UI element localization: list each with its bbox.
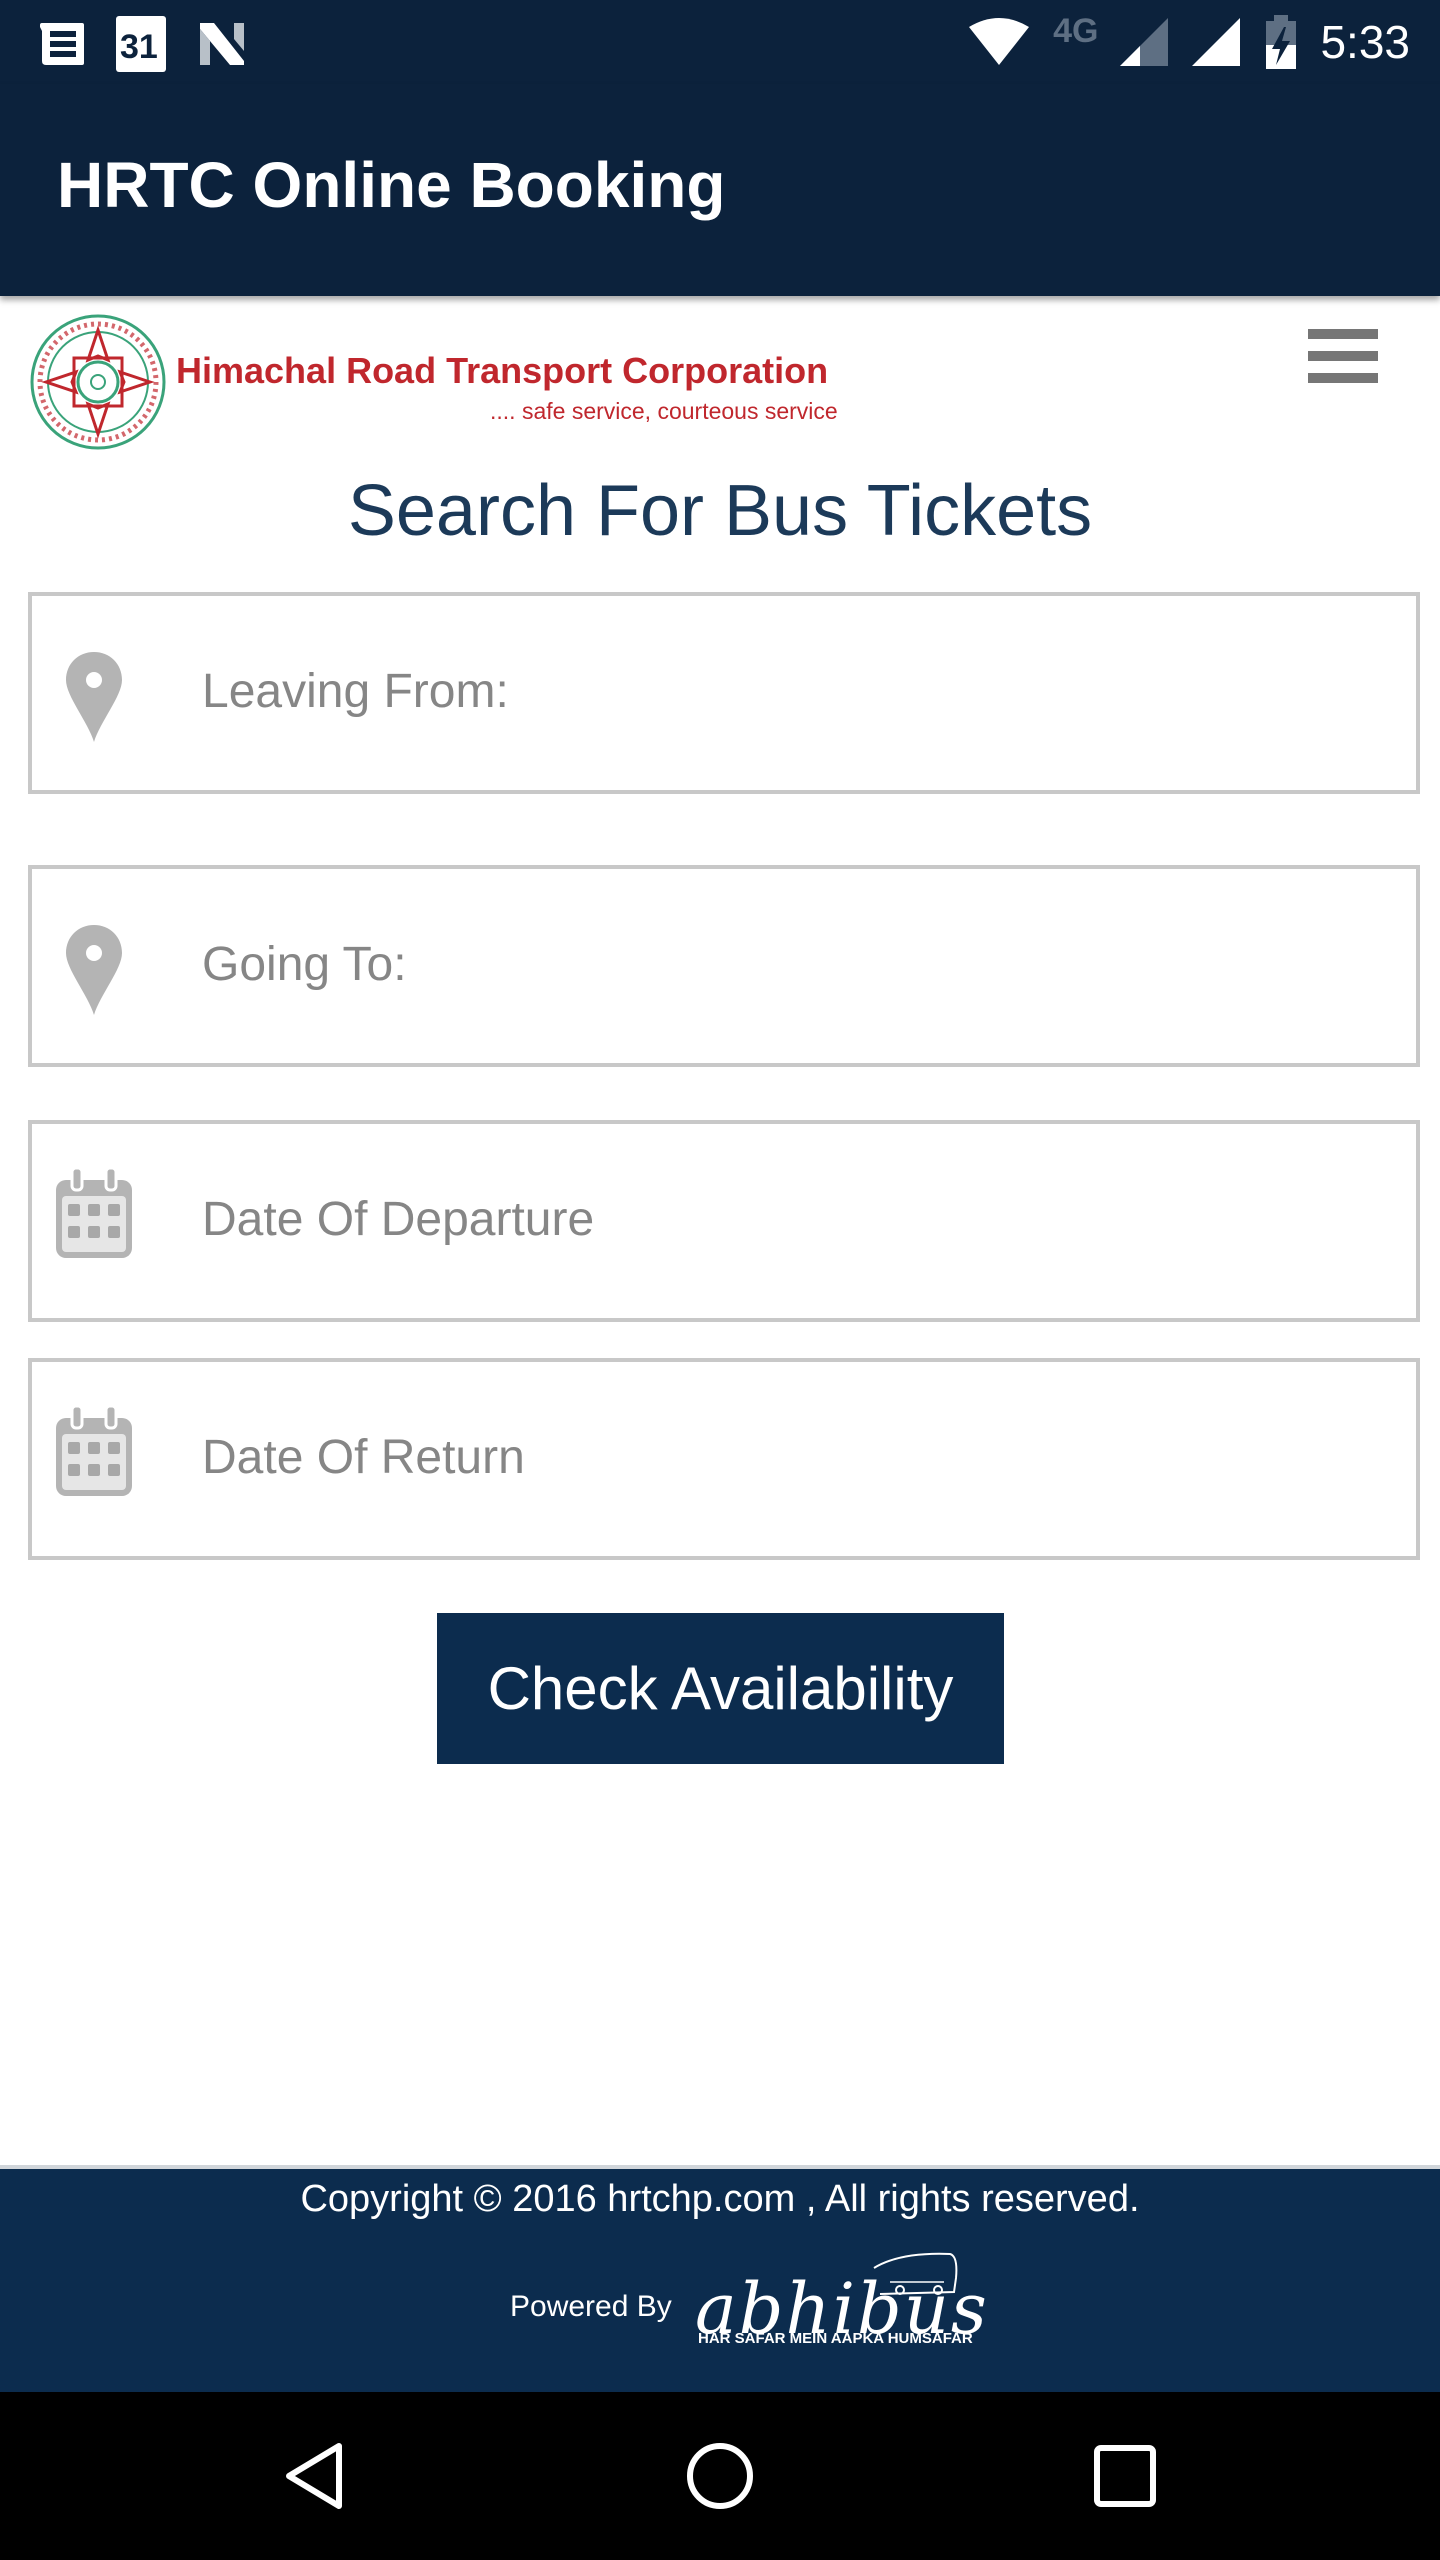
date-of-return-placeholder: Date Of Return xyxy=(202,1431,525,1484)
recents-icon[interactable] xyxy=(1085,2436,1165,2516)
n-app-icon xyxy=(200,23,244,65)
map-pin-icon xyxy=(66,652,122,742)
map-pin-icon xyxy=(66,925,122,1015)
signal-4g-icon xyxy=(1120,18,1169,66)
check-availability-button[interactable]: Check Availability xyxy=(437,1613,1004,1764)
calendar-icon xyxy=(56,1166,132,1258)
abhibus-tagline: HAR SAFAR MEIN AAPKA HUMSAFAR xyxy=(698,2330,973,2347)
calendar-31-icon: 31 xyxy=(116,16,166,72)
going-to-placeholder: Going To: xyxy=(202,938,407,991)
back-icon[interactable] xyxy=(275,2436,355,2516)
hrtc-emblem-logo xyxy=(30,314,166,450)
clock: 5:33 xyxy=(1320,16,1410,68)
abhibus-logo[interactable]: abhibus HAR SAFAR MEIN AAPKA HUMSAFAR xyxy=(695,2248,987,2350)
system-nav-bar xyxy=(0,2392,1440,2560)
powered-by-label: Powered By xyxy=(510,2290,672,2323)
hamburger-menu-icon[interactable] xyxy=(1300,325,1380,385)
date-of-departure-placeholder: Date Of Departure xyxy=(202,1193,595,1246)
date-of-return-input[interactable]: Date Of Return xyxy=(28,1358,1420,1560)
app-bar: HRTC Online Booking xyxy=(0,84,1440,296)
calendar-icon xyxy=(56,1404,132,1496)
page-title: Search For Bus Tickets xyxy=(347,471,1093,551)
network-type-label: 4G xyxy=(1053,11,1099,50)
going-to-input[interactable]: Going To: xyxy=(28,865,1420,1067)
logo-tagline: .... safe service, courteous service xyxy=(490,398,838,424)
app-title: HRTC Online Booking xyxy=(57,149,726,221)
signal-icon xyxy=(1192,18,1241,66)
logo-title: Himachal Road Transport Corporation xyxy=(176,350,829,391)
copyright-text: Copyright © 2016 hrtchp.com , All rights… xyxy=(300,2178,1140,2220)
leaving-from-placeholder: Leaving From: xyxy=(202,665,509,718)
date-of-departure-input[interactable]: Date Of Departure xyxy=(28,1120,1420,1322)
notes-icon xyxy=(40,23,84,65)
battery-charging-icon xyxy=(1266,15,1297,69)
home-icon[interactable] xyxy=(680,2436,760,2516)
status-bar: 31 4G 5:33 xyxy=(0,0,1440,84)
calendar-day: 31 xyxy=(120,28,158,66)
leaving-from-input[interactable]: Leaving From: xyxy=(28,592,1420,794)
wifi-icon xyxy=(969,18,1030,65)
